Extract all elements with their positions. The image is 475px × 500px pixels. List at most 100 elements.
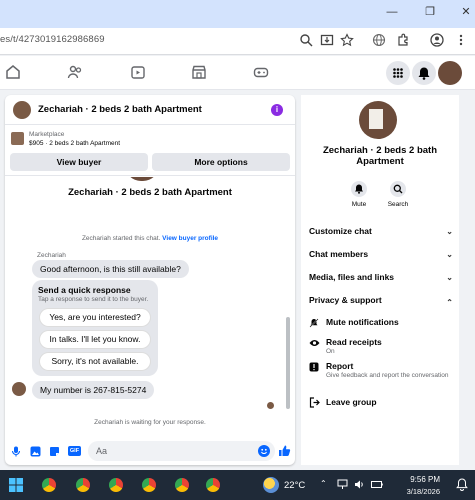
quick-response-2[interactable]: In talks. I'll let you know. [40,331,150,348]
notification-bell-icon[interactable] [456,478,468,491]
report-label: Report Give feedback and report the conv… [326,361,451,380]
view-buyer-profile-link[interactable]: View buyer profile [162,235,218,242]
message-bubble-1[interactable]: Good afternoon, is this still available? [32,260,189,278]
marketplace-icon[interactable] [191,64,209,82]
minimize-icon[interactable]: — [384,4,400,20]
seen-avatar [267,402,274,409]
message-thread: Zechariah · 2 beds 2 bath Apartment Zech… [5,177,295,417]
chrome-app-icon[interactable] [76,478,90,492]
sticker-icon[interactable] [49,446,60,457]
microphone-icon[interactable] [11,446,21,457]
info-icon[interactable]: i [271,104,283,116]
gaming-icon[interactable] [253,64,271,82]
friends-icon[interactable] [67,64,85,82]
sender-name: Zechariah [37,252,66,259]
speaker-icon[interactable] [354,479,365,490]
customize-chat-label: Customize chat [309,226,372,236]
customize-chat-row[interactable]: Customize chat ⌄ [309,226,453,242]
sender-avatar [12,382,26,396]
view-buyer-button[interactable]: View buyer [10,153,148,171]
video-icon[interactable] [130,64,148,82]
url-field[interactable]: es/t/4273019162986869 [0,34,105,45]
chevron-up-icon[interactable]: ⌃ [320,479,327,488]
search-label: Search [387,201,409,208]
emoji-icon[interactable] [258,445,270,457]
composer: GIF Aa [5,437,295,465]
listing-card: Marketplace $905 · 2 beds 2 bath Apartme… [5,126,295,176]
search-button[interactable] [390,181,406,197]
read-receipts-label: Read receipts On [326,337,382,355]
home-icon[interactable] [5,64,23,82]
marketplace-label: Marketplace [29,131,65,138]
report-icon [309,362,319,372]
account-avatar[interactable] [438,61,462,85]
clock-date[interactable]: 3/18/2026 [396,487,440,496]
media-files-row[interactable]: Media, files and links ⌄ [309,272,453,288]
chat-header: Zechariah · 2 beds 2 bath Apartment i [5,95,295,125]
globe-icon[interactable] [372,33,388,49]
windows-start-icon[interactable] [9,478,23,492]
contact-avatar-large [125,177,159,181]
image-icon[interactable] [30,446,41,457]
chrome-app-icon[interactable] [42,478,56,492]
banner-title: Zechariah · 2 beds 2 bath Apartment [68,187,232,198]
notifications-button[interactable] [412,61,436,85]
quick-response-3[interactable]: Sorry, it's not available. [40,353,150,370]
mute-notifications-label: Mute notifications [326,317,399,327]
battery-icon[interactable] [371,479,383,490]
message-input[interactable]: Aa [88,441,275,461]
media-files-label: Media, files and links [309,272,395,282]
message-input-placeholder: Aa [96,446,108,456]
chat-panel: Zechariah · 2 beds 2 bath Apartment i Ma… [5,95,295,465]
info-title: Zechariah · 2 beds 2 bath Apartment [322,145,438,167]
chat-members-label: Chat members [309,249,369,259]
quick-response-title: Send a quick response [38,285,131,295]
profile-avatar-icon[interactable] [430,33,446,49]
chevron-down-icon: ⌄ [446,250,453,259]
gif-icon[interactable]: GIF [68,446,81,456]
privacy-support-row[interactable]: Privacy & support ⌃ [309,295,453,311]
install-app-icon[interactable] [320,33,336,49]
restore-icon[interactable]: ❐ [422,4,438,20]
zoom-icon[interactable] [299,33,315,49]
windows-taskbar: 22°C ⌃ 9:56 PM 3/18/2026 [0,470,475,500]
browser-title-bar: — ❐ ✕ [0,0,475,28]
chat-title[interactable]: Zechariah · 2 beds 2 bath Apartment [38,104,202,115]
weather-icon[interactable] [263,477,279,493]
chrome-app-icon[interactable] [142,478,156,492]
listing-photo [11,132,24,145]
chrome-app-icon[interactable] [109,478,123,492]
network-icon[interactable] [337,479,348,490]
listing-thumbnail [13,101,31,119]
menu-grid-button[interactable] [386,61,410,85]
report-subtitle: Give feedback and report the conversatio… [326,372,449,379]
scrollbar-thumb[interactable] [286,317,290,409]
extensions-icon[interactable] [396,33,412,49]
more-vertical-icon[interactable] [454,33,470,49]
chevron-down-icon: ⌄ [446,273,453,282]
eye-icon [309,338,320,348]
quick-response-1[interactable]: Yes, are you interested? [40,309,150,326]
leave-group-label: Leave group [326,397,377,407]
bookmark-star-icon[interactable] [340,33,356,49]
quick-response-card: Send a quick response Tap a response to … [32,280,158,376]
chat-info-panel: Zechariah · 2 beds 2 bath Apartment Mute… [301,95,459,465]
system-message: Zechariah started this chat. View buyer … [5,235,295,242]
chevron-up-icon: ⌃ [446,298,453,307]
chevron-down-icon: ⌄ [446,227,453,236]
clock-time[interactable]: 9:56 PM [400,475,440,484]
temperature[interactable]: 22°C [284,480,305,491]
mute-button[interactable] [351,181,367,197]
chrome-app-icon[interactable] [175,478,189,492]
close-icon[interactable]: ✕ [458,4,474,20]
quick-response-subtitle: Tap a response to send it to the buyer. [38,296,149,303]
facebook-nav-bar [0,56,475,90]
chrome-app-icon[interactable] [206,478,220,492]
leave-icon [309,397,320,408]
chat-members-row[interactable]: Chat members ⌄ [309,249,453,265]
thumbs-up-icon[interactable] [278,444,291,457]
more-options-button[interactable]: More options [152,153,290,171]
mute-label: Mute [351,201,367,208]
message-bubble-2[interactable]: My number is 267-815-5274 [32,381,155,399]
read-receipts-status: On [326,348,335,355]
